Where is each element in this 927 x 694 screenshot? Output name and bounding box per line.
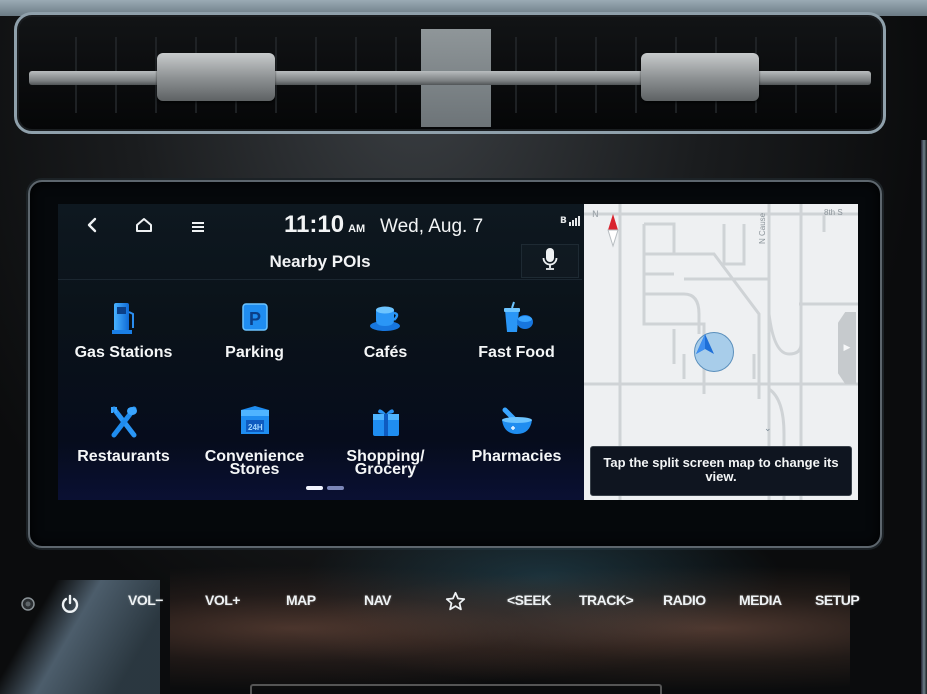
setup-button[interactable]: SETUP [815,592,860,608]
map-expand-tab[interactable]: ▶ [838,312,856,384]
storage-slot [250,684,662,694]
map-hint-toast: Tap the split screen map to change its v… [590,446,852,496]
light-sensor-icon [20,596,36,616]
infotainment-screen: 11:10 AM Wed, Aug. 7 B Nearby POIs Gas S… [58,204,858,500]
vol-down-button[interactable]: VOL− [128,592,163,608]
media-button[interactable]: MEDIA [739,592,782,608]
fork-spoon-icon [104,402,144,442]
favorite-button[interactable] [445,591,466,616]
poi-label: Convenience Stores [204,448,305,478]
map-button[interactable]: MAP [286,592,316,608]
compass-needle-icon [607,214,619,248]
navigation-arrow-icon [696,334,714,354]
poi-pharmacies[interactable]: Pharmacies [451,390,582,494]
street-label: N Cause [758,212,767,244]
dash-trim [921,140,927,694]
current-location-marker [694,332,734,372]
poi-label: Restaurants [77,448,170,465]
microphone-icon [542,247,558,275]
time: 11:10 [284,211,345,238]
power-button[interactable] [60,594,80,618]
radio-button[interactable]: RADIO [663,592,706,608]
clock: 11:10 AM [284,211,365,239]
reflection [170,548,850,694]
street-label: 8th S [824,208,843,217]
poi-convenience-stores[interactable]: 24H Convenience Stores [189,390,320,494]
back-button[interactable] [74,210,110,242]
track-forward-button[interactable]: TRACK> [579,592,634,608]
gift-box-icon [366,402,406,442]
seek-back-button[interactable]: <SEEK [507,592,551,608]
page-dot-1[interactable] [306,486,323,490]
fast-food-icon [497,298,537,338]
svg-text:P: P [249,309,261,329]
vent-knob-left[interactable] [157,53,275,101]
voice-button[interactable] [521,244,579,278]
compass[interactable]: N [592,210,622,248]
bluetooth-signal-icon: B [560,216,580,226]
coffee-cup-icon [366,298,406,338]
chevron-left-icon [86,214,98,238]
gas-pump-icon [104,298,144,338]
menu-icon [191,214,205,238]
hardkey-bar: VOL− VOL+ MAP NAV <SEEK TRACK> RADIO MED… [0,588,927,618]
chevron-right-icon: ▶ [843,343,851,353]
menu-button[interactable] [180,210,216,242]
poi-label: Shopping/ Grocery [346,448,425,478]
air-vent [14,12,886,134]
home-button[interactable] [126,210,162,242]
svg-text:24H: 24H [248,423,263,432]
page-title: Nearby POIs [269,252,371,271]
poi-shopping-grocery[interactable]: Shopping/ Grocery [320,390,451,494]
poi-fast-food[interactable]: Fast Food [451,286,582,390]
poi-grid: Gas Stations P Parking Cafés Fast Food R… [58,286,582,496]
parking-icon: P [235,298,275,338]
poi-cafes[interactable]: Cafés [320,286,451,390]
poi-label: Gas Stations [74,344,173,361]
nav-button[interactable]: NAV [364,592,392,608]
page-indicator [306,486,344,490]
mortar-pestle-icon [497,402,537,442]
page-dot-2[interactable] [327,486,344,490]
date: Wed, Aug. 7 [380,216,484,237]
title-bar: Nearby POIs [58,244,582,280]
poi-parking[interactable]: P Parking [189,286,320,390]
poi-label: Pharmacies [471,448,562,465]
star-icon [445,591,466,611]
compass-label: N [592,210,599,220]
poi-restaurants[interactable]: Restaurants [58,390,189,494]
vent-knob-right[interactable] [641,53,759,101]
poi-label: Parking [225,344,284,361]
vol-up-button[interactable]: VOL+ [205,592,240,608]
am-pm: AM [348,223,366,235]
split-screen-map[interactable]: N N Cause 8th S ⌄ ▶ Tap the split screen… [584,204,858,500]
chevron-down-icon: ⌄ [764,424,772,434]
poi-gas-stations[interactable]: Gas Stations [58,286,189,390]
status-bar: 11:10 AM Wed, Aug. 7 B [58,204,582,248]
power-icon [61,594,79,613]
home-icon [135,214,153,238]
poi-label: Fast Food [478,344,555,361]
poi-label: Cafés [363,344,408,361]
convenience-store-icon: 24H [235,402,275,442]
